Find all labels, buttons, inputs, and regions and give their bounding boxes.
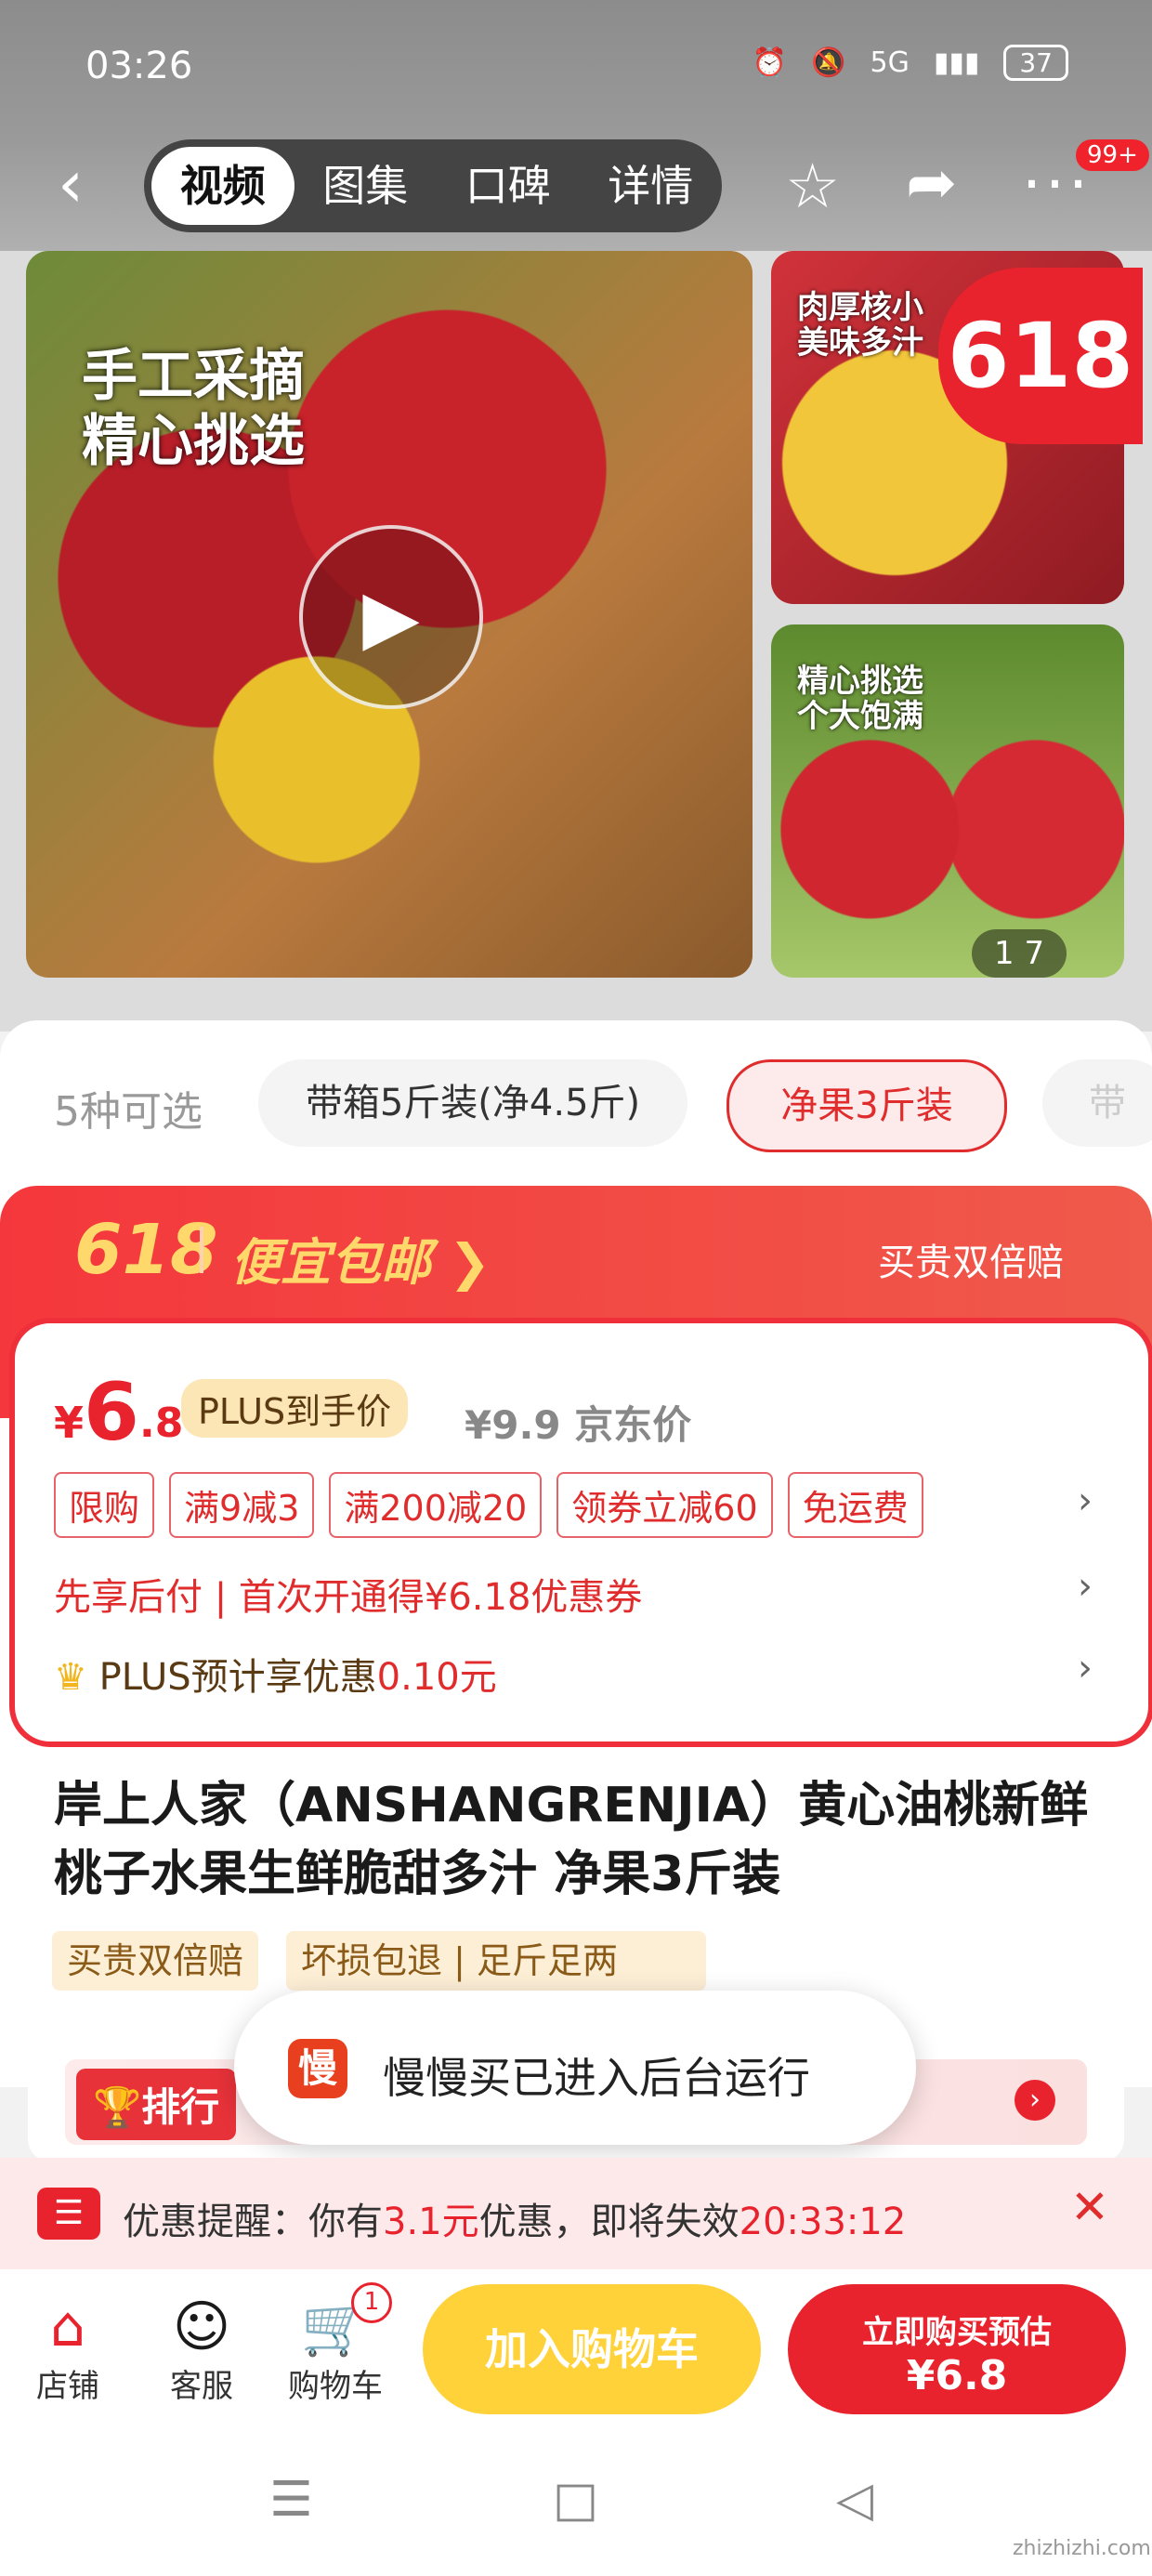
variant-option-3[interactable]: 带	[1042, 1059, 1152, 1147]
side-image-1-caption: 肉厚核小 美味多汁	[797, 289, 923, 361]
close-icon[interactable]: ✕	[1070, 2180, 1109, 2234]
chevron-right-icon[interactable]: ›	[1015, 2080, 1055, 2121]
add-to-cart-button[interactable]: 加入购物车	[423, 2284, 761, 2414]
badge-618: 618	[938, 268, 1143, 444]
play-icon[interactable]: ▶	[299, 525, 483, 709]
tab-video[interactable]: 视频	[151, 147, 295, 225]
app-icon: 慢	[288, 2039, 347, 2098]
price-decimal: .8	[139, 1400, 184, 1447]
tab-gallery[interactable]: 图集	[295, 147, 438, 225]
status-icons: ⏰ 🔕 5G ▮▮▮ 37	[753, 45, 1068, 81]
jd-price: ¥9.9 京东价	[465, 1402, 692, 1448]
chevron-right-icon[interactable]: ›	[1078, 1479, 1093, 1522]
side-image-2-caption: 精心挑选 个大饱满	[797, 663, 923, 735]
plus-price-badge: PLUS到手价	[181, 1379, 409, 1438]
rank-label: 🏆排行	[76, 2069, 237, 2140]
promo-tag: 限购	[54, 1472, 155, 1538]
plus-discount[interactable]: ♛ PLUS预计享优惠0.10元	[54, 1647, 497, 1701]
image-pager: 1 7	[972, 929, 1067, 978]
variant-option-2[interactable]: 净果3斤装	[727, 1059, 1007, 1152]
chevron-right-icon[interactable]: ›	[1078, 1647, 1093, 1689]
guarantee-tags: 坏损包退 | 足斤足两	[286, 1931, 706, 1991]
promo-tag: 免运费	[787, 1472, 923, 1538]
side-image-2[interactable]: 精心挑选 个大饱满	[771, 624, 1124, 978]
promo-tag: 满9减3	[169, 1472, 315, 1538]
variant-option-1[interactable]: 带箱5斤装(净4.5斤)	[258, 1059, 687, 1147]
favorite-star-icon[interactable]: ☆	[785, 151, 840, 222]
promo-divider	[200, 1227, 203, 1273]
promo-tag: 满200减20	[329, 1472, 543, 1538]
chevron-right-icon: ❯	[448, 1233, 491, 1292]
guarantee-tag: 买贵双倍赔	[52, 1931, 259, 1991]
service-button[interactable]: ☺ 客服	[151, 2293, 253, 2406]
price-integer: 6	[84, 1366, 139, 1459]
menu-icon[interactable]: ☰	[269, 2472, 313, 2528]
promo-tags[interactable]: 限购 满9减3 满200减20 领券立减60 免运费	[54, 1472, 923, 1538]
shop-icon: ⌂	[49, 2294, 86, 2359]
signal-icon: ▮▮▮	[933, 46, 980, 79]
double-refund-label: 买贵双倍赔	[878, 1242, 1064, 1284]
shop-button[interactable]: ⌂ 店铺	[17, 2293, 119, 2406]
media-tabs: 视频 图集 口碑 详情	[144, 139, 722, 232]
alarm-icon: ⏰	[752, 46, 788, 79]
free-shipping-link[interactable]: 便宜包邮 ❯	[230, 1221, 491, 1295]
crown-icon: ♛	[54, 1656, 87, 1699]
currency-symbol: ¥	[54, 1398, 85, 1448]
watermark: zhizhizhi.com	[1013, 2537, 1151, 2560]
home-icon[interactable]: □	[553, 2472, 598, 2528]
toast-text: 慢慢买已进入后台运行	[383, 2053, 810, 2103]
message-badge: 99+	[1076, 139, 1149, 171]
share-icon[interactable]: ➦	[906, 147, 957, 218]
coupon-icon: ☰	[37, 2188, 100, 2240]
cart-count-badge: 1	[351, 2282, 392, 2323]
reminder-text: 优惠提醒：你有3.1元优惠，即将失效20:33:12	[123, 2201, 907, 2243]
chevron-right-icon[interactable]: ›	[1078, 1565, 1093, 1608]
variant-count-label: 5种可选	[54, 1088, 203, 1136]
promo-tag: 领券立减60	[556, 1472, 773, 1538]
tab-reviews[interactable]: 口碑	[437, 147, 580, 225]
mute-icon: 🔕	[811, 46, 846, 79]
product-title: 岸上人家（ANSHANGRENJIA）黄心油桃新鲜桃子水果生鲜脆甜多汁 净果3斤…	[54, 1778, 1089, 1902]
chat-icon: ☺	[172, 2294, 231, 2359]
promo-618: 618	[74, 1210, 218, 1290]
tab-details[interactable]: 详情	[580, 147, 723, 225]
battery-icon: 37	[1003, 45, 1068, 81]
back-nav-icon[interactable]: ◁	[836, 2472, 873, 2528]
back-icon[interactable]: ‹	[58, 151, 84, 217]
buy-now-button[interactable]: 立即购买预估 ¥6.8	[788, 2284, 1126, 2414]
trophy-icon: 🏆	[93, 2084, 142, 2130]
main-image-caption: 手工采摘 精心挑选	[82, 344, 305, 474]
signal-label: 5G	[870, 46, 910, 79]
credit-offer[interactable]: 先享后付 | 首次开通得¥6.18优惠券	[54, 1567, 642, 1621]
status-time: 03:26	[85, 45, 193, 87]
